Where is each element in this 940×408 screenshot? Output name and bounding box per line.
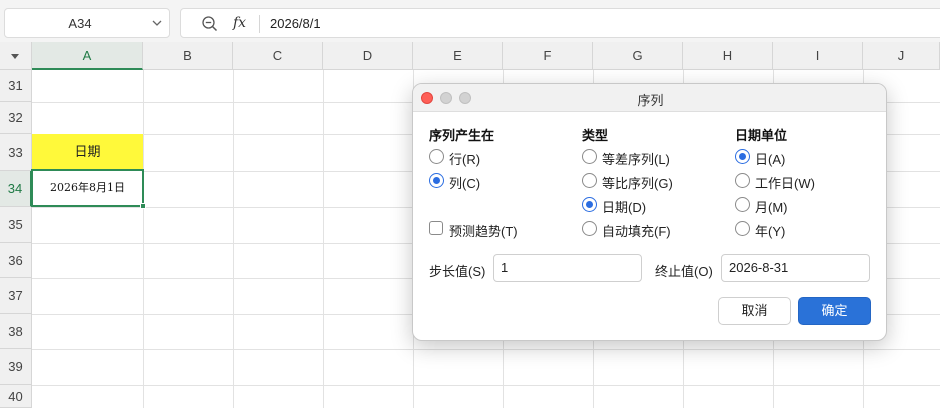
radio-column[interactable]: 列(C) bbox=[429, 172, 509, 191]
step-label: 步长值(S) bbox=[429, 264, 486, 279]
name-box-value: A34 bbox=[68, 16, 92, 31]
radio-button[interactable] bbox=[735, 197, 750, 212]
radio-button[interactable] bbox=[582, 173, 597, 188]
grid-line bbox=[233, 70, 234, 408]
radio-day[interactable]: 日(A) bbox=[735, 148, 845, 167]
row-header-38[interactable]: 38 bbox=[0, 314, 32, 349]
grid-line bbox=[323, 70, 324, 408]
row-header-34[interactable]: 34 bbox=[0, 171, 32, 207]
radio-month[interactable]: 月(M) bbox=[735, 196, 845, 215]
column-header-f[interactable]: F bbox=[503, 42, 593, 70]
grid-line bbox=[32, 349, 940, 350]
radio-button[interactable] bbox=[735, 173, 750, 188]
zoom-out-icon[interactable] bbox=[201, 15, 219, 33]
formula-bar-area: A34 fx 2026/8/1 bbox=[0, 0, 940, 42]
series-in-heading: 序列产生在 bbox=[429, 128, 495, 143]
radio-label: 等差序列(L) bbox=[602, 152, 670, 167]
radio-year[interactable]: 年(Y) bbox=[735, 220, 845, 239]
radio-label: 月(M) bbox=[755, 200, 788, 215]
chevron-down-icon[interactable] bbox=[152, 18, 162, 28]
radio-label: 日期(D) bbox=[602, 200, 647, 215]
stop-label: 终止值(O) bbox=[655, 264, 713, 279]
row-header-32[interactable]: 32 bbox=[0, 102, 32, 134]
column-header-g[interactable]: G bbox=[593, 42, 683, 70]
triangle-icon bbox=[11, 54, 19, 59]
radio-row[interactable]: 行(R) bbox=[429, 148, 509, 167]
step-input[interactable]: 1 bbox=[493, 254, 642, 282]
row-header-36[interactable]: 36 bbox=[0, 243, 32, 278]
radio-button[interactable] bbox=[582, 149, 597, 164]
radio-label: 列(C) bbox=[449, 176, 481, 191]
column-header-d[interactable]: D bbox=[323, 42, 413, 70]
column-header-i[interactable]: I bbox=[773, 42, 863, 70]
row-header-33[interactable]: 33 bbox=[0, 134, 32, 171]
type-heading: 类型 bbox=[582, 128, 609, 143]
grid-line bbox=[143, 70, 144, 408]
row-header-40[interactable]: 40 bbox=[0, 385, 32, 408]
date-unit-heading: 日期单位 bbox=[735, 128, 788, 143]
checkbox-label: 预测趋势(T) bbox=[449, 224, 518, 239]
radio-weekday[interactable]: 工作日(W) bbox=[735, 172, 845, 191]
radio-label: 年(Y) bbox=[755, 224, 786, 239]
dialog-title: 序列 bbox=[637, 93, 664, 108]
radio-button[interactable] bbox=[735, 221, 750, 236]
formula-separator bbox=[259, 15, 260, 33]
radio-button-selected[interactable] bbox=[429, 173, 444, 188]
row-header-37[interactable]: 37 bbox=[0, 278, 32, 314]
function-icon[interactable]: fx bbox=[233, 15, 246, 31]
name-box[interactable]: A34 bbox=[4, 8, 170, 38]
cell-a33[interactable]: 日期 bbox=[32, 134, 143, 170]
radio-label: 等比序列(G) bbox=[602, 176, 673, 191]
cancel-button[interactable]: 取消 bbox=[718, 297, 791, 325]
radio-label: 自动填充(F) bbox=[602, 224, 671, 239]
stop-input[interactable]: 2026-8-31 bbox=[721, 254, 870, 282]
ok-button[interactable]: 确定 bbox=[798, 297, 871, 325]
radio-button[interactable] bbox=[582, 221, 597, 236]
radio-linear[interactable]: 等差序列(L) bbox=[582, 148, 702, 167]
radio-button-selected[interactable] bbox=[582, 197, 597, 212]
row-header-31[interactable]: 31 bbox=[0, 70, 32, 102]
radio-autofill[interactable]: 自动填充(F) bbox=[582, 220, 702, 239]
column-header-c[interactable]: C bbox=[233, 42, 323, 70]
column-header-e[interactable]: E bbox=[413, 42, 503, 70]
grid-line bbox=[32, 385, 940, 386]
radio-button[interactable] bbox=[429, 149, 444, 164]
column-header-b[interactable]: B bbox=[143, 42, 233, 70]
radio-label: 行(R) bbox=[449, 152, 481, 167]
formula-value[interactable]: 2026/8/1 bbox=[270, 16, 321, 31]
fill-handle[interactable] bbox=[140, 203, 146, 209]
radio-label: 工作日(W) bbox=[755, 176, 815, 191]
radio-date[interactable]: 日期(D) bbox=[582, 196, 702, 215]
row-header-35[interactable]: 35 bbox=[0, 207, 32, 243]
column-header-h[interactable]: H bbox=[683, 42, 773, 70]
dialog-titlebar[interactable]: 序列 bbox=[413, 84, 886, 112]
radio-label: 日(A) bbox=[755, 152, 786, 167]
trend-checkbox[interactable]: 预测趋势(T) bbox=[429, 220, 549, 239]
column-header-a[interactable]: A bbox=[32, 42, 143, 70]
radio-growth[interactable]: 等比序列(G) bbox=[582, 172, 702, 191]
formula-input[interactable]: fx 2026/8/1 bbox=[180, 8, 940, 38]
checkbox[interactable] bbox=[429, 221, 443, 235]
series-dialog: 序列 序列产生在 行(R) 列(C) 预测趋势(T) 类型 等差序列(L) 等比… bbox=[412, 83, 887, 341]
radio-button-selected[interactable] bbox=[735, 149, 750, 164]
cell-a34-selected[interactable]: 2026年8月1日 bbox=[31, 169, 144, 207]
row-header-39[interactable]: 39 bbox=[0, 349, 32, 385]
column-header-j[interactable]: J bbox=[863, 42, 940, 70]
select-all-corner[interactable] bbox=[0, 42, 32, 70]
